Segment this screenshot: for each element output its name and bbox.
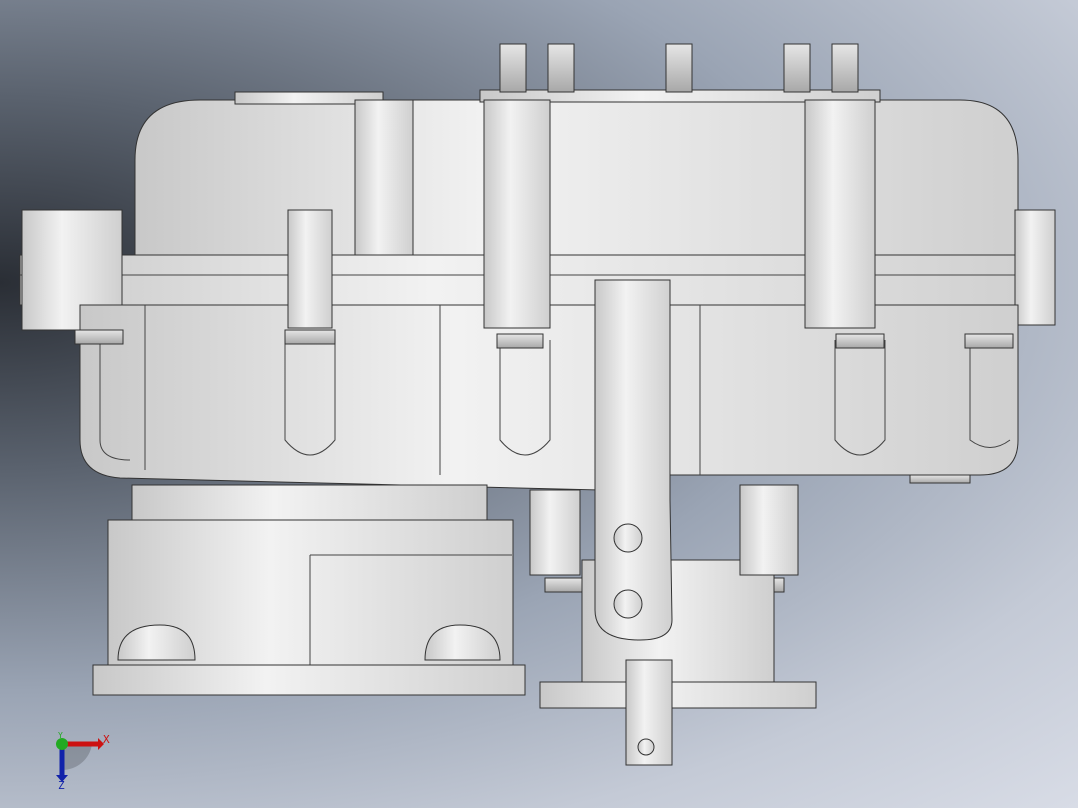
cad-viewport[interactable]: X Y Z [0,0,1078,808]
base-plate [92,664,526,696]
lever-arm [594,279,673,641]
y-axis-label: Y [58,731,63,740]
column [354,99,414,256]
output-flange [539,681,817,709]
column [287,209,333,329]
lower-housing [79,304,1019,491]
upper-housing [134,99,1019,261]
x-axis-label: X [103,733,110,746]
studs [499,43,859,93]
z-axis-label: Z [58,779,65,792]
gearbox-model[interactable] [0,0,1078,808]
column [483,99,551,329]
right-ear [1014,209,1056,326]
adapter-ring [131,484,488,521]
column [804,99,876,329]
